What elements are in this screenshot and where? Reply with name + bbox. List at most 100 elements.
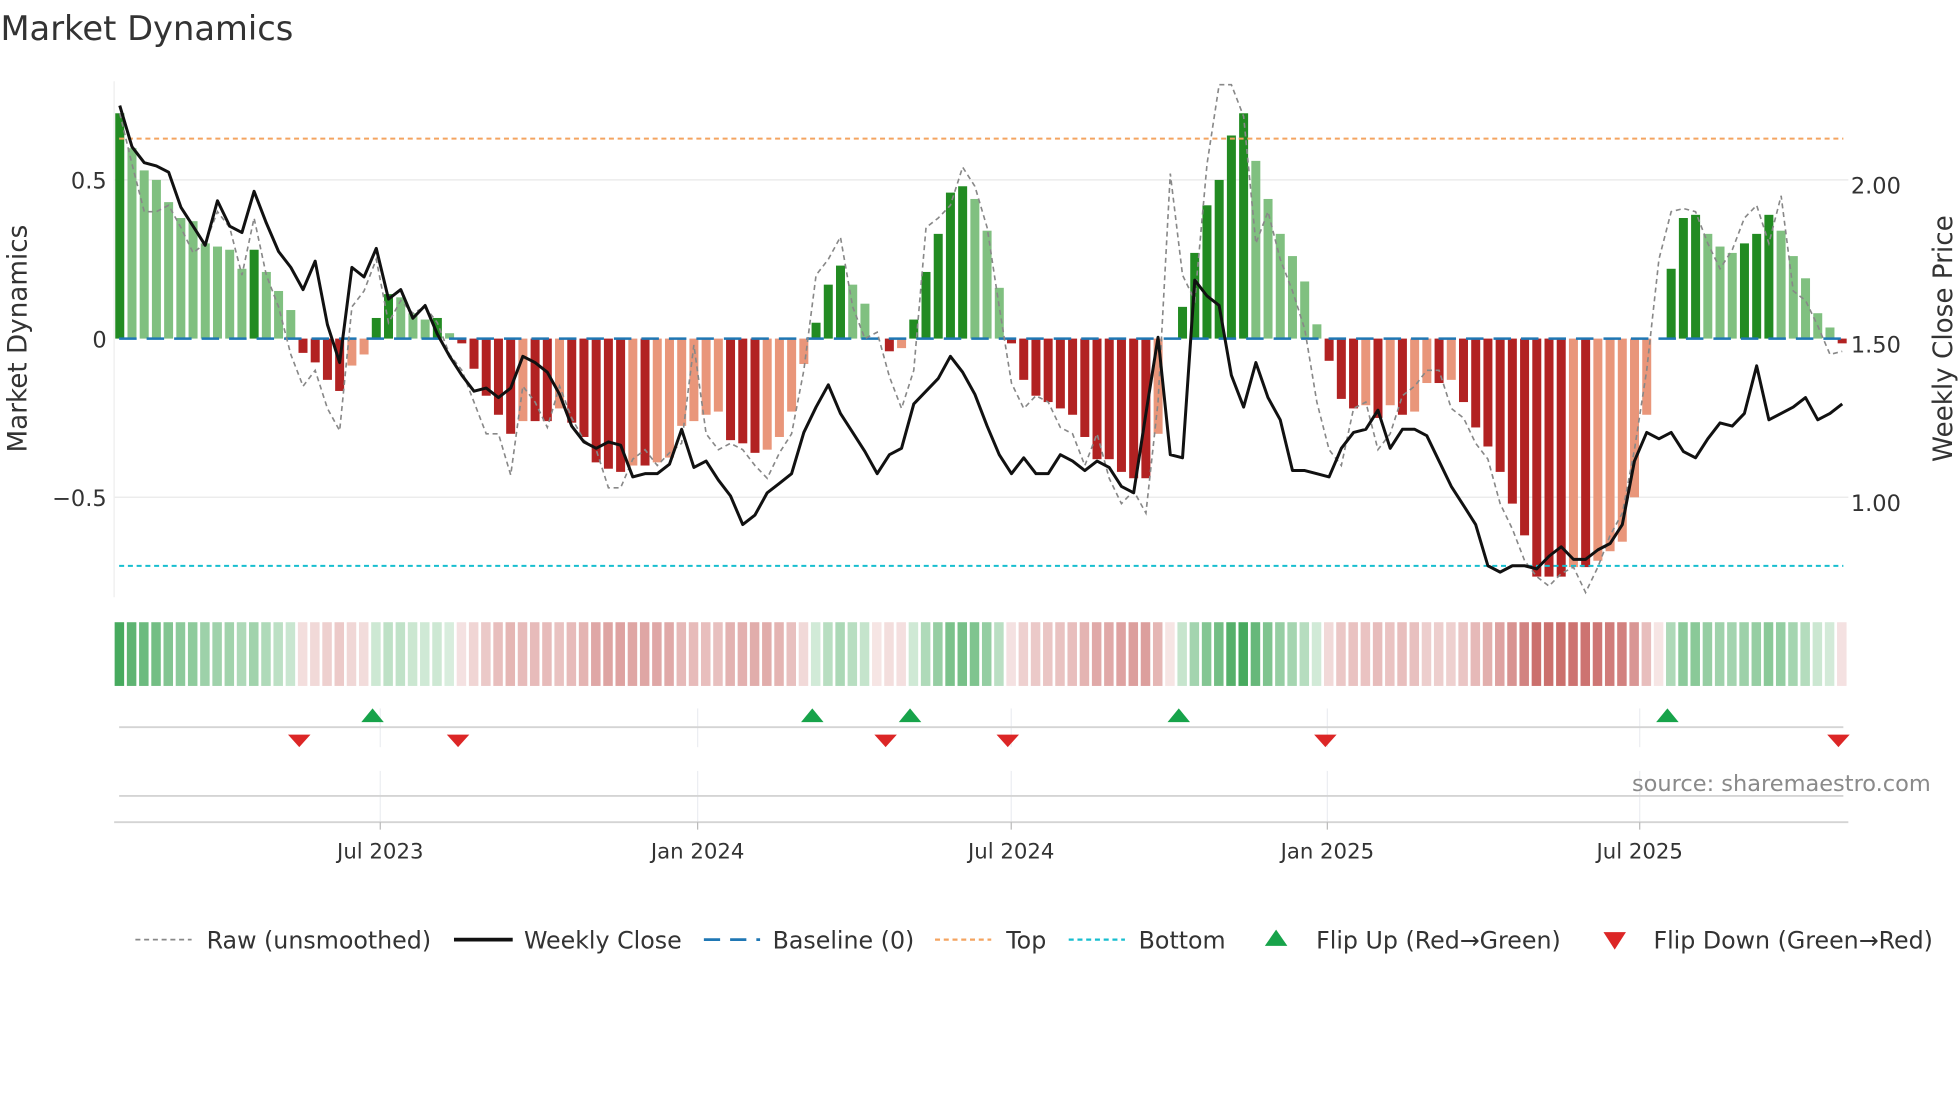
strip-cell	[1177, 622, 1187, 686]
bar-negative	[579, 338, 589, 437]
bar-negative	[762, 338, 772, 450]
strip-cell	[163, 622, 174, 686]
bar-negative	[726, 338, 736, 441]
bar-positive	[1666, 268, 1676, 339]
bar-negative	[359, 338, 369, 355]
strip-cell	[920, 622, 931, 686]
strip-cell	[468, 622, 479, 686]
strip-cell	[933, 622, 943, 686]
strip-cell	[1006, 622, 1016, 686]
y-tick-label: 0.5	[71, 169, 107, 195]
strip-cell	[1641, 622, 1652, 686]
strip-cell	[810, 622, 821, 686]
strip-cell	[1018, 622, 1029, 686]
flip-up-marker	[898, 708, 922, 723]
bar-negative	[1349, 338, 1359, 409]
bar-negative	[664, 338, 674, 458]
bar-positive	[1691, 214, 1701, 339]
bar-positive	[1678, 218, 1688, 339]
bar-negative	[1483, 338, 1493, 447]
strip-cell	[615, 622, 625, 686]
strip-cell	[529, 622, 540, 686]
strip-cell	[1495, 622, 1505, 686]
strip-cell	[1030, 622, 1041, 686]
strip-cell	[1458, 622, 1468, 686]
strip-cell	[1043, 622, 1053, 686]
bar-positive	[286, 310, 296, 339]
strip-cell	[957, 622, 968, 686]
strip-cell	[1214, 622, 1224, 686]
strip-cell	[346, 622, 357, 686]
bar-positive	[933, 233, 943, 339]
strip-cell	[139, 622, 149, 686]
y2-tick-label: 1.00	[1851, 491, 1901, 517]
strip-cell	[481, 622, 491, 686]
strip-cell	[1275, 622, 1285, 686]
strip-cell	[1824, 622, 1835, 686]
strip-cell	[1287, 622, 1297, 686]
strip-cell	[505, 622, 516, 686]
strip-cell	[126, 622, 137, 686]
bar-negative	[799, 338, 809, 364]
strip-cell	[1702, 622, 1713, 686]
strip-cell	[395, 622, 406, 686]
strip-cell	[713, 622, 723, 686]
bar-negative	[897, 338, 907, 349]
strip-cell	[835, 622, 845, 686]
bar-negative	[1422, 338, 1432, 384]
bar-positive	[1752, 233, 1762, 339]
strip-cell	[420, 622, 430, 686]
bar-negative	[1544, 338, 1554, 577]
bar-negative	[1116, 338, 1126, 472]
bar-negative	[530, 338, 540, 422]
bar-positive	[1226, 135, 1236, 339]
bar-negative	[1055, 338, 1065, 409]
strip-cell	[1140, 622, 1151, 686]
flip-up-marker	[1167, 708, 1191, 723]
strip-cell	[187, 622, 198, 686]
bar-negative	[1373, 338, 1383, 418]
strip-cell	[1482, 622, 1493, 686]
bar-negative	[884, 338, 894, 352]
legend-label: Bottom	[1139, 926, 1226, 954]
flip-down-marker	[1314, 734, 1337, 748]
bar-positive	[1239, 113, 1249, 339]
strip-cell	[1238, 622, 1248, 686]
bar-positive	[1801, 278, 1811, 339]
strip-cell	[322, 622, 332, 686]
bar-positive	[1214, 179, 1224, 339]
strip-cell	[639, 622, 650, 686]
strip-cell	[627, 622, 638, 686]
strip-cell	[1446, 622, 1456, 686]
strip-cell	[517, 622, 528, 686]
strip-cell	[1189, 622, 1200, 686]
bar-negative	[1446, 338, 1456, 380]
strip-cell	[261, 622, 271, 686]
strip-cell	[994, 622, 1004, 686]
bar-positive	[1300, 281, 1310, 339]
bar-positive	[176, 218, 186, 339]
strip-cell	[175, 622, 186, 686]
strip-cell	[945, 622, 955, 686]
bar-positive	[823, 284, 833, 339]
bar-negative	[738, 338, 748, 444]
strip-cell	[1165, 622, 1175, 686]
strip-cell	[737, 622, 748, 686]
strip-cell	[444, 622, 454, 686]
strip-cell	[700, 622, 711, 686]
x-tick-label: Jul 2023	[335, 839, 423, 864]
bar-negative	[701, 338, 711, 415]
strip-cell	[676, 622, 687, 686]
strip-cell	[1837, 622, 1847, 686]
strip-cell	[1592, 622, 1603, 686]
bar-negative	[1568, 338, 1578, 568]
strip-cell	[493, 622, 503, 686]
strip-cell	[151, 622, 161, 686]
strip-cell	[273, 622, 283, 686]
y2-tick-label: 1.50	[1851, 332, 1901, 358]
bar-positive	[1825, 327, 1835, 339]
bar-negative	[310, 338, 320, 363]
strip-cell	[1519, 622, 1529, 686]
legend-label: Weekly Close	[524, 926, 682, 954]
bar-negative	[713, 338, 723, 412]
